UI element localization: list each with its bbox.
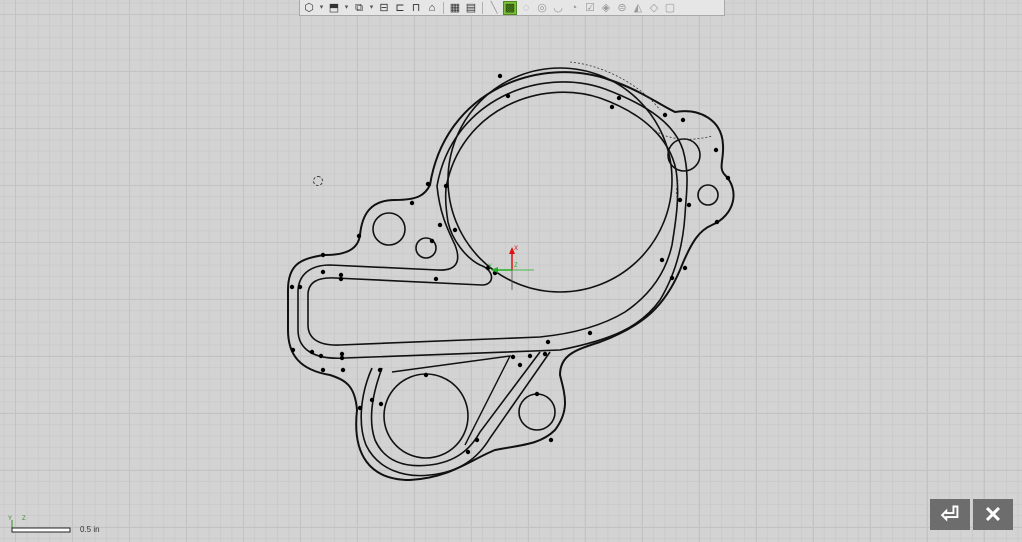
scale-axis-y: Y — [8, 516, 12, 522]
exit-icon: ⏎ — [940, 501, 960, 527]
bolt-hole-left[interactable] — [372, 212, 406, 246]
exit-sketch-button[interactable]: ⏎ — [930, 499, 970, 530]
main-bore-circle[interactable] — [447, 67, 673, 293]
lower-bore-circle[interactable] — [383, 373, 469, 459]
gasket-middle-profile[interactable] — [297, 81, 688, 360]
scale-bar: Y Z 0.5 in — [8, 514, 128, 538]
scale-label: 0.5 in — [80, 525, 100, 534]
close-icon: ✕ — [983, 501, 1003, 527]
lower-arm-inner-link[interactable] — [391, 355, 512, 446]
cursor-snap-icon — [313, 176, 323, 186]
bolt-hole-right[interactable] — [697, 184, 719, 206]
lower-arm-loop[interactable] — [370, 351, 541, 467]
cad-viewport[interactable]: X Y Z — [0, 0, 1022, 542]
construction-arc-top — [569, 61, 661, 111]
gasket-outer-profile[interactable] — [287, 71, 735, 482]
scale-axis-z: Z — [22, 516, 26, 522]
scale-bar-graphic: Y Z — [8, 516, 71, 533]
triad-z-label: Z — [514, 263, 518, 269]
vertex-points[interactable] — [289, 73, 731, 455]
origin-triad: X Y Z — [488, 246, 534, 290]
close-button[interactable]: ✕ — [973, 499, 1013, 530]
triad-y-label: Y — [488, 264, 492, 270]
triad-x-label: X — [514, 246, 518, 252]
bolt-hole-lower-right[interactable] — [518, 393, 556, 431]
